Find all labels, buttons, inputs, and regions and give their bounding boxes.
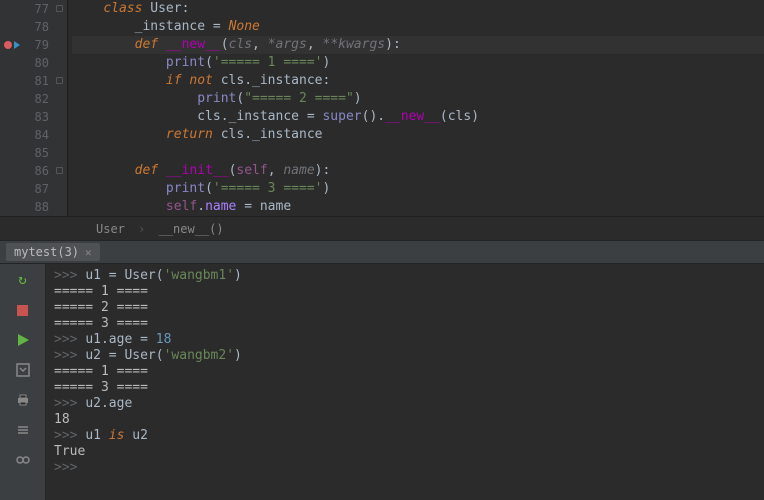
line-number: 78 xyxy=(35,18,49,36)
print-icon[interactable] xyxy=(13,390,33,410)
breakpoint-icon[interactable] xyxy=(4,41,12,49)
console-line[interactable]: 18 xyxy=(54,412,764,428)
close-icon[interactable]: ✕ xyxy=(85,246,92,259)
prompt: >>> xyxy=(54,396,85,411)
fold-icon[interactable] xyxy=(56,77,63,84)
run-marker-icon xyxy=(14,41,20,49)
line-number: 83 xyxy=(35,108,49,126)
code-line[interactable]: _instance = None xyxy=(72,18,764,36)
breadcrumb-item[interactable]: User xyxy=(96,222,125,236)
console-line[interactable]: >>> u1.age = 18 xyxy=(54,332,764,348)
soft-wrap-icon[interactable] xyxy=(13,450,33,470)
scroll-to-end-icon[interactable] xyxy=(13,360,33,380)
code-line[interactable]: class User: xyxy=(72,0,764,18)
code-editor[interactable]: 77 78 79 80 81 82 83 84 85 86 87 88 clas… xyxy=(0,0,764,216)
code-area[interactable]: class User: _instance = None def __new__… xyxy=(68,0,764,216)
code-line[interactable]: print("===== 2 ====") xyxy=(72,90,764,108)
prompt: >>> xyxy=(54,332,85,347)
chevron-right-icon: › xyxy=(138,222,145,236)
code-line[interactable]: print('===== 3 ====') xyxy=(72,180,764,198)
code-line[interactable] xyxy=(72,144,764,162)
line-number: 87 xyxy=(35,180,49,198)
line-number: 84 xyxy=(35,126,49,144)
code-line[interactable]: if not cls._instance: xyxy=(72,72,764,90)
line-number: 79 xyxy=(35,36,49,54)
history-icon[interactable] xyxy=(13,420,33,440)
code-line[interactable]: print('===== 1 ====') xyxy=(72,54,764,72)
console-line[interactable]: True xyxy=(54,444,764,460)
line-number: 88 xyxy=(35,198,49,216)
console-line[interactable]: ===== 2 ==== xyxy=(54,300,764,316)
prompt: >>> xyxy=(54,460,85,475)
stop-icon[interactable] xyxy=(13,300,33,320)
console-line[interactable]: ===== 3 ==== xyxy=(54,380,764,396)
editor-gutter: 77 78 79 80 81 82 83 84 85 86 87 88 xyxy=(0,0,68,216)
run-icon[interactable] xyxy=(13,330,33,350)
console-tab-label: mytest(3) xyxy=(14,245,79,259)
line-number: 86 xyxy=(35,162,49,180)
line-number: 85 xyxy=(35,144,49,162)
console-line[interactable]: >>> u2.age xyxy=(54,396,764,412)
console-toolbar: ↻ xyxy=(0,264,46,500)
breadcrumb-item[interactable]: __new__() xyxy=(159,222,224,236)
console-line[interactable]: ===== 1 ==== xyxy=(54,364,764,380)
code-line[interactable]: return cls._instance xyxy=(72,126,764,144)
fold-icon[interactable] xyxy=(56,167,63,174)
fold-icon[interactable] xyxy=(56,5,63,12)
console-output[interactable]: >>> u1 = User('wangbm1')===== 1 ========… xyxy=(46,264,764,500)
console-panel: ↻ >>> u1 = User('wangbm1')===== 1 ======… xyxy=(0,264,764,500)
code-line[interactable]: cls._instance = super().__new__(cls) xyxy=(72,108,764,126)
console-line[interactable]: ===== 3 ==== xyxy=(54,316,764,332)
prompt: >>> xyxy=(54,268,85,283)
rerun-icon[interactable]: ↻ xyxy=(13,270,33,290)
console-line[interactable]: >>> xyxy=(54,460,764,476)
line-number: 80 xyxy=(35,54,49,72)
code-line[interactable]: self.name = name xyxy=(72,198,764,216)
console-tabbar: mytest(3) ✕ xyxy=(0,240,764,264)
line-number: 82 xyxy=(35,90,49,108)
console-tab[interactable]: mytest(3) ✕ xyxy=(6,243,100,261)
line-number: 81 xyxy=(35,72,49,90)
prompt: >>> xyxy=(54,428,85,443)
console-line[interactable]: >>> u1 = User('wangbm1') xyxy=(54,268,764,284)
console-line[interactable]: ===== 1 ==== xyxy=(54,284,764,300)
console-line[interactable]: >>> u2 = User('wangbm2') xyxy=(54,348,764,364)
code-line[interactable]: def __new__(cls, *args, **kwargs): xyxy=(72,36,764,54)
breadcrumb[interactable]: User › __new__() xyxy=(0,216,764,240)
line-number: 77 xyxy=(35,0,49,18)
console-line[interactable]: >>> u1 is u2 xyxy=(54,428,764,444)
prompt: >>> xyxy=(54,348,85,363)
code-line[interactable]: def __init__(self, name): xyxy=(72,162,764,180)
